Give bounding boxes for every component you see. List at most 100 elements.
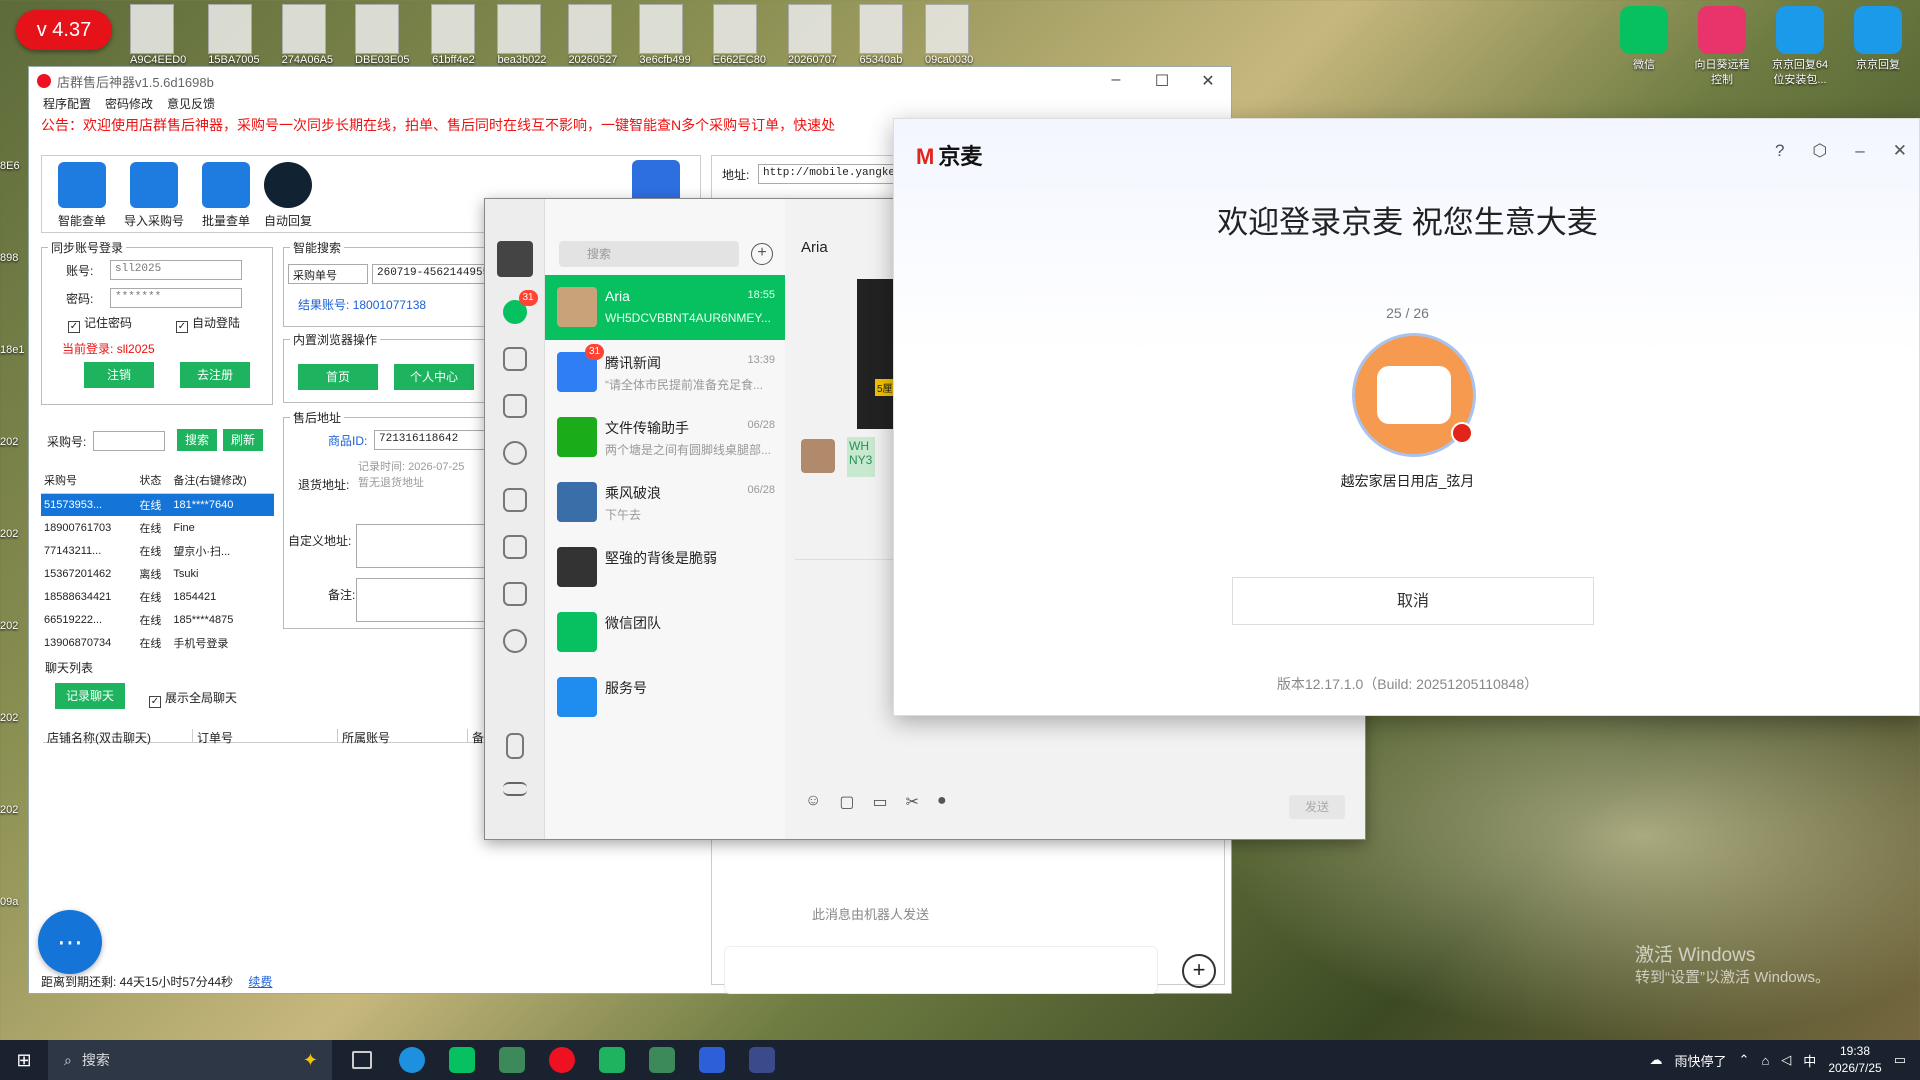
miniprogram-icon[interactable] [502,582,527,606]
minimize-icon[interactable]: – [1855,141,1864,161]
app-star-icon[interactable] [492,1040,532,1080]
taskbar-search[interactable]: ⌕ 搜索 ✦ [48,1040,332,1080]
import-account-button[interactable]: 导入采购号 [118,162,190,229]
purchase-search-button[interactable]: 搜索 [177,429,217,451]
desktop-shortcut[interactable]: 京京回复64位安装包... [1768,6,1832,88]
conversation-item[interactable]: 乘风破浪 06/28 下午去 [545,470,785,535]
password-input[interactable]: ******* [110,288,242,308]
table-row[interactable]: 77143211... 在线 望京小·扫... [41,539,274,562]
edge-icon[interactable] [392,1040,432,1080]
box-icon[interactable]: ▢ [839,792,854,812]
desktop-shortcut[interactable]: 微信 [1612,6,1676,88]
volume-icon[interactable]: ◁ [1781,1052,1791,1068]
desktop-file-icon[interactable]: 20260707 [788,4,837,66]
purchase-refresh-button[interactable]: 刷新 [223,429,263,451]
channels-icon[interactable] [502,488,527,512]
add-icon[interactable]: + [751,243,773,265]
table-row[interactable]: 66519222... 在线 185****4875 [41,608,274,631]
desktop-file-icon[interactable]: A9C4EED0 [130,4,186,66]
weather-icon[interactable]: ☁ [1650,1052,1663,1068]
chat-taskbar-icon[interactable] [592,1040,632,1080]
table-row[interactable]: 13906870734 在线 手机号登录 [41,631,274,654]
conversation-item[interactable]: 腾讯新闻 13:39 “请全体市民提前准备充足食... 31 [545,340,785,405]
user-avatar[interactable] [496,241,533,277]
desktop-file-icon[interactable]: 65340ab [858,4,903,66]
settings-icon[interactable]: ⬡ [1812,141,1827,161]
conversation-item[interactable]: 文件传输助手 06/28 两个塘是之间有圆脚线桌腿部... [545,405,785,470]
table-row[interactable]: 15367201462 离线 Tsuki [41,562,274,585]
conversation-item[interactable]: 堅強的背後是脆弱 [545,535,785,600]
desktop-shortcut[interactable]: 向日葵远程控制 [1690,6,1754,88]
tool-taskbar-icon[interactable] [542,1040,582,1080]
col-purchase[interactable]: 采购号 [41,467,137,494]
send-button[interactable]: 发送 [1289,795,1345,819]
table-row[interactable]: 18900761703 在线 Fine [41,516,274,539]
chat-image[interactable]: 5厘 [857,279,897,429]
renew-link[interactable]: 续费 [248,975,272,989]
task-view-icon[interactable] [342,1040,382,1080]
jingmai2-taskbar-icon[interactable] [742,1040,782,1080]
moments-icon[interactable] [502,441,527,465]
browser-chat-input[interactable] [724,946,1158,994]
col-remark[interactable]: 备注(右键修改) [170,467,274,494]
table-row[interactable]: 51573953... 在线 181****7640 [41,493,274,516]
link-icon[interactable] [502,629,527,653]
conversation-item[interactable]: Aria 18:55 WH5DCVBBNT4AUR6NMEY... [545,275,785,340]
account-input[interactable]: sll2025 [110,260,242,280]
add-circle-icon[interactable]: + [1182,954,1216,988]
col-account[interactable]: 所属账号 [338,729,468,745]
desktop-shortcut[interactable]: 京京回复 [1846,6,1910,88]
remember-checkbox[interactable]: ✓ 记住密码 [68,314,132,333]
auto-login-checkbox[interactable]: ✓ 自动登陆 [176,314,240,333]
shop-avatar[interactable] [1352,333,1476,457]
logout-button[interactable]: 注销 [84,362,154,388]
notification-icon[interactable]: ▭ [1894,1052,1906,1068]
home-button[interactable]: 首页 [298,364,378,390]
help-icon[interactable]: ? [1775,141,1784,161]
app-star2-icon[interactable] [642,1040,682,1080]
menu-feedback[interactable]: 意见反馈 [167,95,215,115]
maximize-icon[interactable]: ☐ [1139,71,1185,91]
menu-config[interactable]: 程序配置 [43,95,91,115]
desktop-file-icon[interactable]: 15BA7005 [208,4,260,66]
weather-text[interactable]: 雨快停了 [1675,1051,1727,1070]
mic-icon[interactable]: ● [937,792,947,812]
desktop-file-icon[interactable]: 274A06A5 [281,4,333,66]
conversation-item[interactable]: 微信团队 [545,600,785,665]
search-feature-icon[interactable] [502,535,527,559]
chevron-up-icon[interactable]: ⌃ [1739,1052,1750,1068]
menu-password[interactable]: 密码修改 [105,95,153,115]
show-all-checkbox[interactable]: ✓ 展示全局聊天 [149,689,237,708]
desktop-file-icon[interactable]: E662EC80 [712,4,766,66]
cancel-button[interactable]: 取消 [1232,577,1594,625]
chat-icon[interactable]: 31 [502,290,538,324]
menu-icon[interactable] [502,782,527,796]
desktop-file-icon[interactable]: DBE03E05 [355,4,409,66]
profile-button[interactable]: 个人中心 [394,364,474,390]
network-icon[interactable]: ⌂ [1761,1053,1769,1068]
desktop-file-icon[interactable]: 20260527 [568,4,617,66]
version-badge[interactable]: v 4.37 [16,10,112,50]
folder-icon[interactable]: ▭ [872,792,887,812]
emoji-icon[interactable]: ☺ [805,792,821,812]
ime-indicator[interactable]: 中 [1803,1051,1816,1070]
auto-reply-button[interactable]: 自动回复 [252,162,324,229]
desktop-file-icon[interactable]: 3e6cfb499 [639,4,691,66]
col-status[interactable]: 状态 [136,467,171,494]
search-type-select[interactable]: 采购单号 [288,264,368,284]
desktop-file-icon[interactable]: 09ca0030 [924,4,973,66]
desktop-file-icon[interactable]: 61bff4e2 [431,4,476,66]
close-icon[interactable]: ✕ [1185,71,1231,91]
chat-bubble-icon[interactable]: ⋯ [38,910,102,974]
wechat-taskbar-icon[interactable] [442,1040,482,1080]
conversation-item[interactable]: 服务号 [545,665,785,730]
desktop-file-icon[interactable]: bea3b022 [497,4,546,66]
scissors-icon[interactable]: ✂ [906,792,919,812]
register-button[interactable]: 去注册 [180,362,250,388]
close-icon[interactable]: ✕ [1893,141,1907,161]
remove-badge-icon[interactable] [1451,422,1473,444]
minimize-icon[interactable]: – [1093,71,1139,91]
record-chat-button[interactable]: 记录聊天 [55,683,125,709]
col-shop[interactable]: 店铺名称(双击聊天) [43,729,193,745]
contacts-icon[interactable] [502,347,527,371]
